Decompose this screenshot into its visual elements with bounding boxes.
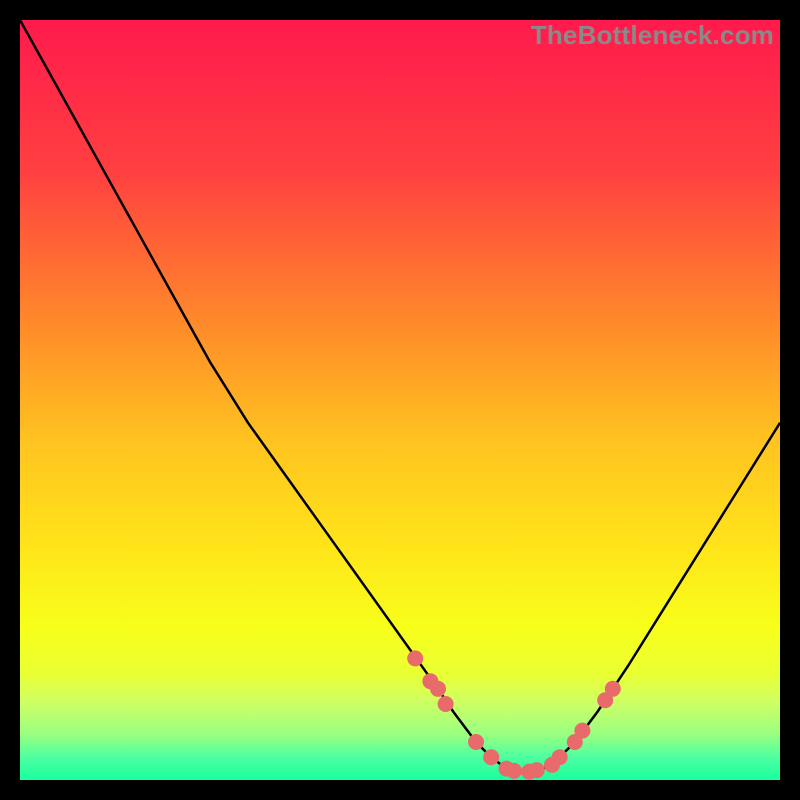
trough-marker <box>605 681 621 697</box>
trough-marker <box>574 723 590 739</box>
trough-marker <box>506 763 522 779</box>
trough-marker <box>468 734 484 750</box>
chart-frame: TheBottleneck.com <box>20 20 780 780</box>
trough-marker <box>552 749 568 765</box>
trough-marker <box>438 696 454 712</box>
trough-marker <box>529 762 545 778</box>
chart-svg <box>20 20 780 780</box>
gradient-background <box>20 20 780 780</box>
trough-marker <box>407 650 423 666</box>
watermark-text: TheBottleneck.com <box>531 20 774 51</box>
trough-marker <box>483 749 499 765</box>
trough-marker <box>430 681 446 697</box>
